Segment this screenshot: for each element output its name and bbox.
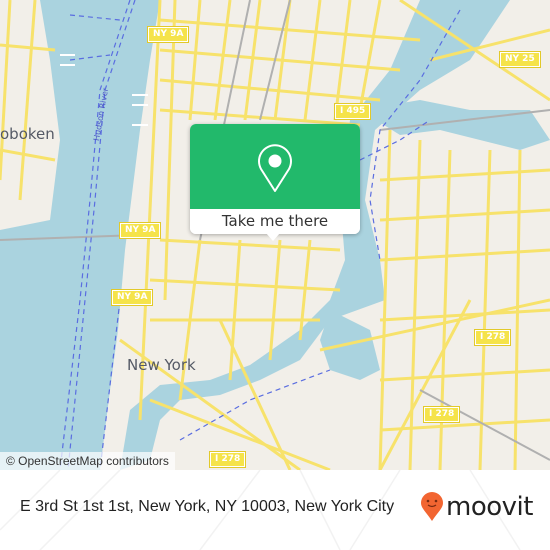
- popup-pointer: [266, 233, 280, 241]
- moovit-smiley-pin-icon: [421, 492, 443, 521]
- address-text: E 3rd St 1st 1st, New York, NY 10003, Ne…: [20, 498, 395, 515]
- map-pin-icon: [258, 144, 292, 192]
- moovit-logo[interactable]: moovit: [420, 492, 533, 522]
- footer: E 3rd St 1st 1st, New York, NY 10003, Ne…: [0, 470, 550, 550]
- map[interactable]: Hudson River oboken New York NY 9A NY 9A…: [0, 0, 550, 470]
- road-shield: I 495: [333, 103, 372, 120]
- road-shield: NY 9A: [110, 289, 154, 306]
- road-shield: I 278: [422, 406, 461, 423]
- place-label-hoboken: oboken: [0, 125, 55, 143]
- road-shield: I 278: [473, 329, 512, 346]
- brand-name: moovit: [446, 492, 533, 522]
- road-shield: I 278: [208, 451, 247, 468]
- road-shield: NY 25: [499, 51, 541, 68]
- east-river: [120, 0, 510, 470]
- take-me-there-button[interactable]: Take me there: [190, 209, 360, 234]
- place-label-new-york: New York: [127, 356, 196, 374]
- road-shield: NY 9A: [118, 222, 162, 239]
- destination-popup[interactable]: Take me there: [190, 124, 360, 234]
- popup-header: [190, 124, 360, 209]
- road-shield: NY 9A: [146, 26, 190, 43]
- osm-attribution-link[interactable]: © OpenStreetMap contributors: [0, 452, 175, 470]
